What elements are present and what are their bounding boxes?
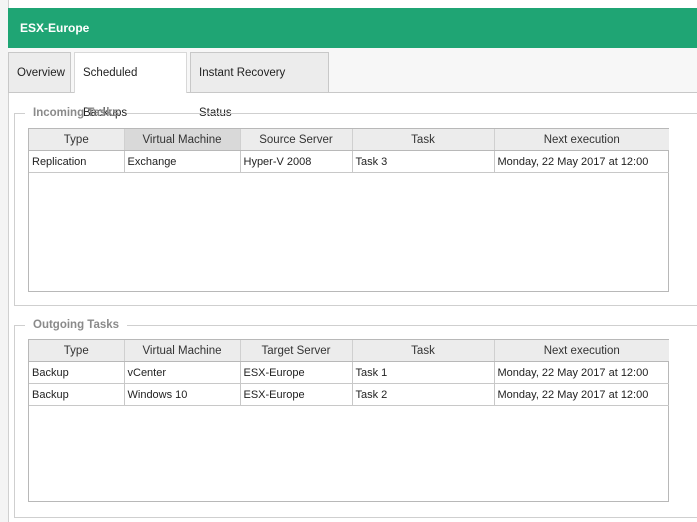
col-header-next-execution[interactable]: Next execution xyxy=(494,340,669,362)
incoming-tasks-table: Type Virtual Machine Source Server Task … xyxy=(28,128,669,292)
cell-source-server: Hyper-V 2008 xyxy=(240,150,353,173)
cell-type: Backup xyxy=(29,361,125,384)
cell-task: Task 1 xyxy=(352,361,495,384)
cell-task: Task 3 xyxy=(352,150,495,173)
col-header-type[interactable]: Type xyxy=(29,129,125,151)
cell-virtual-machine: Windows 10 xyxy=(124,383,241,406)
col-header-virtual-machine[interactable]: Virtual Machine xyxy=(124,340,241,362)
window-title: ESX-Europe xyxy=(8,8,697,48)
cell-type: Replication xyxy=(29,150,125,173)
cell-task: Task 2 xyxy=(352,383,495,406)
col-header-task[interactable]: Task xyxy=(352,340,495,362)
table-row[interactable]: Backup vCenter ESX-Europe Task 1 Monday,… xyxy=(29,361,669,384)
col-header-target-server[interactable]: Target Server xyxy=(240,340,353,362)
cell-next-execution: Monday, 22 May 2017 at 12:00 xyxy=(494,150,669,173)
tab-overview[interactable]: Overview xyxy=(8,52,71,92)
cell-target-server: ESX-Europe xyxy=(240,383,353,406)
tab-bar: Overview Scheduled Backups Instant Recov… xyxy=(8,48,697,119)
tab-scheduled-backups[interactable]: Scheduled Backups xyxy=(74,52,187,119)
outgoing-tasks-table: Type Virtual Machine Target Server Task … xyxy=(28,339,669,502)
col-header-task[interactable]: Task xyxy=(352,129,495,151)
incoming-tasks-legend: Incoming Tasks xyxy=(33,107,120,119)
col-header-virtual-machine[interactable]: Virtual Machine xyxy=(124,129,241,151)
col-header-source-server[interactable]: Source Server xyxy=(240,129,353,151)
table-row[interactable]: Backup Windows 10 ESX-Europe Task 2 Mond… xyxy=(29,383,669,406)
table-row[interactable]: Replication Exchange Hyper-V 2008 Task 3… xyxy=(29,150,669,173)
incoming-header-row: Type Virtual Machine Source Server Task … xyxy=(29,129,669,151)
outgoing-header-row: Type Virtual Machine Target Server Task … xyxy=(29,340,669,362)
cell-virtual-machine: vCenter xyxy=(124,361,241,384)
cell-type: Backup xyxy=(29,383,125,406)
cell-virtual-machine: Exchange xyxy=(124,150,241,173)
tab-instant-recovery-status[interactable]: Instant Recovery Status xyxy=(190,52,329,119)
cell-next-execution: Monday, 22 May 2017 at 12:00 xyxy=(494,361,669,384)
cell-target-server: ESX-Europe xyxy=(240,361,353,384)
cell-next-execution: Monday, 22 May 2017 at 12:00 xyxy=(494,383,669,406)
outgoing-tasks-legend: Outgoing Tasks xyxy=(33,319,120,331)
col-header-next-execution[interactable]: Next execution xyxy=(494,129,669,151)
app-window: ESX-Europe Overview Scheduled Backups In… xyxy=(0,0,697,522)
col-header-type[interactable]: Type xyxy=(29,340,125,362)
